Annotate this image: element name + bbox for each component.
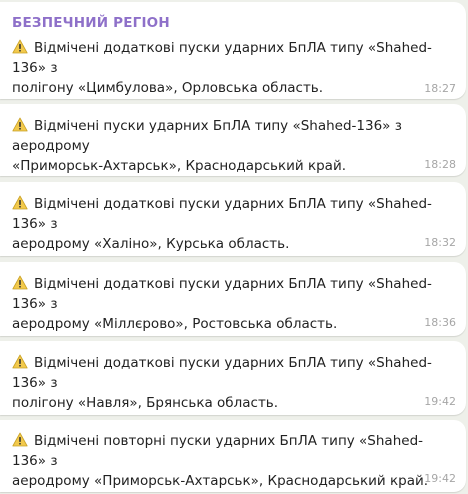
message-text: Відмічені додаткові пуски ударних БпЛА т… [12, 194, 444, 254]
message-line: полігону «Цимбулова», Орловська область. [12, 80, 324, 96]
message-bubble[interactable]: Відмічені додаткові пуски ударних БпЛА т… [0, 182, 466, 256]
warning-icon [12, 275, 28, 290]
message-bubble[interactable]: Відмічені додаткові пуски ударних БпЛА т… [0, 341, 466, 415]
message-line: Відмічені повторні пуски ударних БпЛА ти… [12, 433, 424, 469]
message-bubble[interactable]: БЕЗПЕЧНИЙ РЕГІОН Відмічені додаткові пус… [0, 2, 466, 99]
message-line: «Приморськ-Ахтарськ», Краснодарський кра… [12, 158, 347, 174]
message-text: Відмічені повторні пуски ударних БпЛА ти… [12, 431, 444, 491]
message-bubble[interactable]: Відмічені повторні пуски ударних БпЛА ти… [0, 420, 466, 492]
message-time: 18:36 [424, 316, 456, 329]
message-bubble[interactable]: Відмічені додаткові пуски ударних БпЛА т… [0, 262, 466, 336]
message-time: 18:32 [424, 236, 456, 249]
message-time: 19:42 [424, 395, 456, 408]
warning-icon [12, 39, 28, 54]
warning-icon [12, 432, 28, 447]
message-line: Відмічені пуски ударних БпЛА типу «Shahe… [12, 118, 402, 154]
warning-icon [12, 117, 28, 132]
message-line: аеродрому «Халіно», Курська область. [12, 236, 290, 252]
message-line: Відмічені додаткові пуски ударних БпЛА т… [12, 196, 432, 232]
message-time: 19:42 [424, 472, 456, 485]
message-line: полігону «Навля», Брянська область. [12, 395, 279, 411]
message-text: Відмічені пуски ударних БпЛА типу «Shahe… [12, 116, 444, 176]
message-text: Відмічені додаткові пуски ударних БпЛА т… [12, 38, 444, 98]
message-line: аеродрому «Приморськ-Ахтарськ», Краснода… [12, 473, 429, 489]
message-time: 18:28 [424, 158, 456, 171]
message-time: 18:27 [424, 82, 456, 95]
message-text: Відмічені додаткові пуски ударних БпЛА т… [12, 353, 444, 413]
warning-icon [12, 195, 28, 210]
message-text: Відмічені додаткові пуски ударних БпЛА т… [12, 274, 444, 334]
warning-icon [12, 354, 28, 369]
message-bubble[interactable]: Відмічені пуски ударних БпЛА типу «Shahe… [0, 104, 466, 176]
message-line: Відмічені додаткові пуски ударних БпЛА т… [12, 276, 432, 312]
message-line: аеродрому «Міллєрово», Ростовська област… [12, 316, 338, 332]
message-line: Відмічені додаткові пуски ударних БпЛА т… [12, 355, 432, 391]
message-line: Відмічені додаткові пуски ударних БпЛА т… [12, 40, 432, 76]
channel-name[interactable]: БЕЗПЕЧНИЙ РЕГІОН [12, 15, 170, 31]
